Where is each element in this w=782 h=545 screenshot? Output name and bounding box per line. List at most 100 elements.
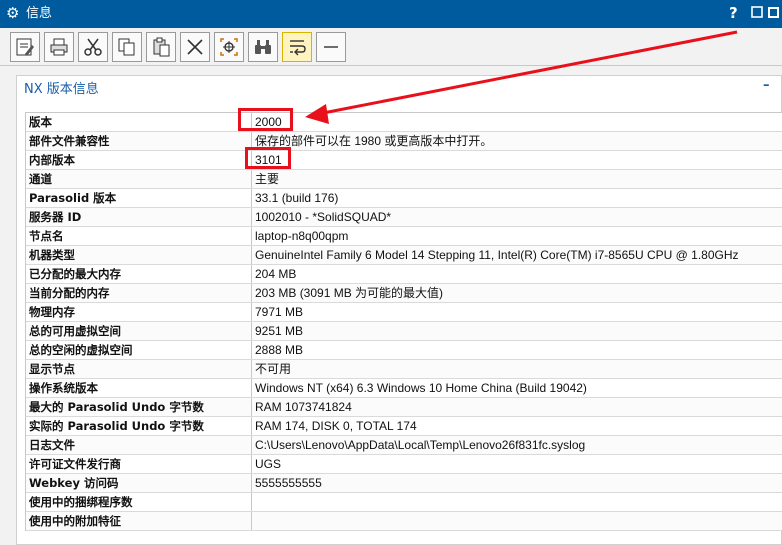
table-row: 使用中的捆绑程序数 [26, 493, 782, 512]
table-row: 最大的 Parasolid Undo 字节数 RAM 1073741824 [26, 398, 782, 417]
table-row: 操作系统版本 Windows NT (x64) 6.3 Windows 10 Ho… [26, 379, 782, 398]
paste-button[interactable] [146, 32, 176, 62]
row-value[interactable]: 2888 MB [253, 341, 782, 359]
row-label: 服务器 ID [26, 208, 252, 226]
table-row: 已分配的最大内存 204 MB [26, 265, 782, 284]
wrap-button[interactable] [282, 32, 312, 62]
row-label: 最大的 Parasolid Undo 字节数 [26, 398, 252, 416]
table-row: 版本 2000 [26, 113, 782, 132]
row-label: 显示节点 [26, 360, 252, 378]
table-row: 显示节点 不可用 [26, 360, 782, 379]
help-button[interactable]: ? [729, 4, 738, 22]
row-value[interactable]: 9251 MB [253, 322, 782, 340]
delete-icon [187, 39, 203, 55]
panel-header[interactable]: NX 版本信息 – [17, 76, 782, 102]
row-label: Webkey 访问码 [26, 474, 252, 492]
row-label: 总的可用虚拟空间 [26, 322, 252, 340]
delete-button[interactable] [180, 32, 210, 62]
table-row: 实际的 Parasolid Undo 字节数 RAM 174, DISK 0, T… [26, 417, 782, 436]
window-title: 信息 [26, 6, 53, 21]
row-value[interactable] [253, 512, 782, 530]
save-button[interactable] [10, 32, 40, 62]
row-label: Parasolid 版本 [26, 189, 252, 207]
row-value[interactable]: 不可用 [253, 360, 782, 378]
table-row: 日志文件 C:\Users\Lenovo\AppData\Local\Temp\L… [26, 436, 782, 455]
info-table: 版本 2000 部件文件兼容性 保存的部件可以在 1980 或更高版本中打开。 内部版本… [25, 112, 782, 531]
row-value[interactable]: GenuineIntel Family 6 Model 14 Stepping … [253, 246, 782, 264]
paste-icon [153, 37, 170, 57]
table-row: 内部版本 3101 [26, 151, 782, 170]
info-panel: NX 版本信息 – 版本 2000 部件文件兼容性 保存的部件可以在 1980 或更高… [16, 75, 782, 545]
table-row: 使用中的附加特征 [26, 512, 782, 531]
row-label: 节点名 [26, 227, 252, 245]
table-row: 通道 主要 [26, 170, 782, 189]
find-button[interactable] [214, 32, 244, 62]
row-value[interactable]: UGS [253, 455, 782, 473]
table-row: Parasolid 版本 33.1 (build 176) [26, 189, 782, 208]
row-label: 内部版本 [26, 151, 252, 169]
row-label: 总的空闲的虚拟空间 [26, 341, 252, 359]
row-value[interactable] [253, 493, 782, 511]
print-icon [50, 38, 68, 56]
save-icon [16, 38, 34, 56]
table-row: 当前分配的内存 203 MB (3091 MB 为可能的最大值) [26, 284, 782, 303]
highlight-box-build [245, 147, 291, 169]
gear-icon[interactable]: ⚙ [6, 4, 19, 22]
collapse-icon[interactable]: – [763, 78, 770, 93]
row-label: 通道 [26, 170, 252, 188]
row-label: 物理内存 [26, 303, 252, 321]
table-row: Webkey 访问码 5555555555 [26, 474, 782, 493]
table-row: 物理内存 7971 MB [26, 303, 782, 322]
title-bar: ⚙ 信息 ? [0, 0, 782, 28]
row-value[interactable]: 203 MB (3091 MB 为可能的最大值) [253, 284, 782, 302]
copy-icon [118, 38, 135, 56]
restore-icon[interactable] [748, 6, 764, 22]
row-label: 许可证文件发行商 [26, 455, 252, 473]
row-value[interactable]: 1002010 - *SolidSQUAD* [253, 208, 782, 226]
row-value[interactable]: 7971 MB [253, 303, 782, 321]
print-button[interactable] [44, 32, 74, 62]
row-label: 使用中的附加特征 [26, 512, 252, 530]
highlight-box-version [238, 108, 293, 131]
row-value[interactable]: 保存的部件可以在 1980 或更高版本中打开。 [253, 132, 782, 150]
row-label: 实际的 Parasolid Undo 字节数 [26, 417, 252, 435]
row-value[interactable]: RAM 1073741824 [253, 398, 782, 416]
cut-button[interactable] [78, 32, 108, 62]
panel-title: NX 版本信息 [24, 82, 99, 97]
row-label: 部件文件兼容性 [26, 132, 252, 150]
maximize-icon[interactable] [768, 7, 779, 18]
row-label: 机器类型 [26, 246, 252, 264]
cut-icon [84, 38, 102, 56]
binoculars-button[interactable] [248, 32, 278, 62]
row-value[interactable]: 33.1 (build 176) [253, 189, 782, 207]
row-label: 已分配的最大内存 [26, 265, 252, 283]
row-label: 操作系统版本 [26, 379, 252, 397]
table-row: 许可证文件发行商 UGS [26, 455, 782, 474]
table-row: 部件文件兼容性 保存的部件可以在 1980 或更高版本中打开。 [26, 132, 782, 151]
row-value[interactable]: 204 MB [253, 265, 782, 283]
table-row: 服务器 ID 1002010 - *SolidSQUAD* [26, 208, 782, 227]
table-row: 节点名 laptop-n8q00qpm [26, 227, 782, 246]
copy-button[interactable] [112, 32, 142, 62]
row-value[interactable]: 2000 [253, 113, 782, 131]
minus-icon [324, 46, 338, 48]
row-label: 版本 [26, 113, 252, 131]
table-row: 总的可用虚拟空间 9251 MB [26, 322, 782, 341]
wrap-icon [290, 40, 306, 56]
row-value[interactable]: Windows NT (x64) 6.3 Windows 10 Home Chi… [253, 379, 782, 397]
minus-button[interactable] [316, 32, 346, 62]
toolbar [0, 28, 782, 66]
row-label: 日志文件 [26, 436, 252, 454]
row-label: 当前分配的内存 [26, 284, 252, 302]
table-row: 总的空闲的虚拟空间 2888 MB [26, 341, 782, 360]
row-label: 使用中的捆绑程序数 [26, 493, 252, 511]
binoculars-icon [255, 40, 271, 54]
row-value[interactable]: 主要 [253, 170, 782, 188]
row-value[interactable]: C:\Users\Lenovo\AppData\Local\Temp\Lenov… [253, 436, 782, 454]
row-value[interactable]: RAM 174, DISK 0, TOTAL 174 [253, 417, 782, 435]
find-icon [220, 38, 238, 56]
row-value[interactable]: 5555555555 [253, 474, 782, 492]
row-value[interactable]: 3101 [253, 151, 782, 169]
table-row: 机器类型 GenuineIntel Family 6 Model 14 Stepp… [26, 246, 782, 265]
row-value[interactable]: laptop-n8q00qpm [253, 227, 782, 245]
